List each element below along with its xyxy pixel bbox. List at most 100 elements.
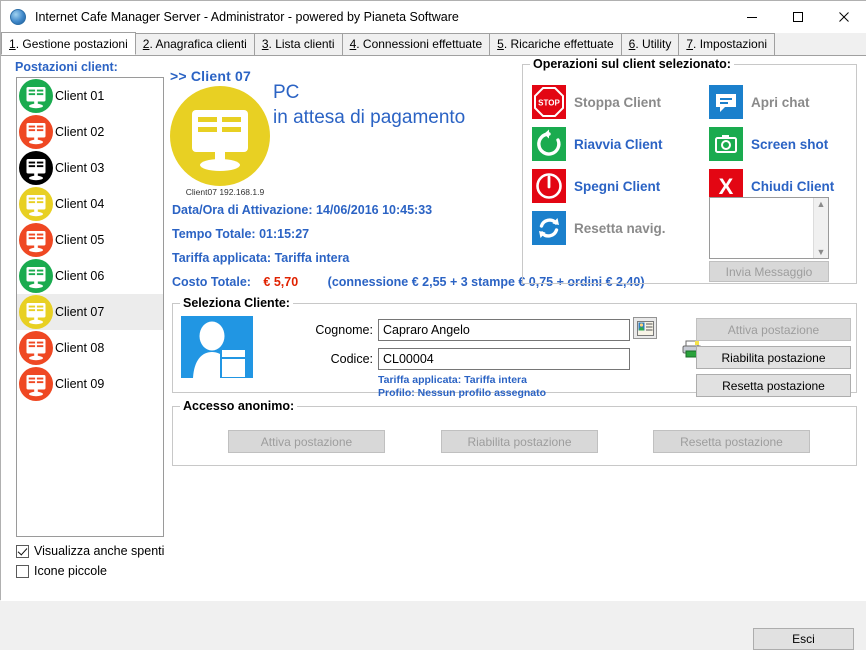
client-status-icon: [19, 331, 53, 365]
operation-label: Screen shot: [751, 136, 829, 152]
checkbox-show-off-label: Visualizza anche spenti: [34, 544, 165, 558]
client-list-item[interactable]: Client 02: [17, 114, 163, 150]
client-status-icon: [19, 223, 53, 257]
exit-button[interactable]: Esci: [753, 628, 854, 650]
client-status-icon: [19, 295, 53, 329]
maximize-icon[interactable]: [775, 1, 821, 32]
resetta-postazione-anonimo-button[interactable]: Resetta postazione: [653, 430, 810, 453]
tariff-value: Tariffa intera: [274, 251, 350, 265]
minimize-icon[interactable]: [729, 1, 775, 32]
tab-label: . Utility: [635, 37, 672, 51]
attiva-postazione-client-button[interactable]: Attiva postazione: [696, 318, 851, 341]
contact-card-icon[interactable]: [633, 317, 657, 339]
client-status-icon: [19, 259, 53, 293]
tariff-info-text: Tariffa applicata: Tariffa intera: [378, 374, 527, 386]
tab-impostazioni[interactable]: 7. Impostazioni: [678, 33, 776, 55]
client-list-item[interactable]: Client 01: [17, 78, 163, 114]
client-list-item-label: Client 08: [55, 341, 105, 355]
client-list-item-label: Client 01: [55, 89, 105, 103]
application-window: Internet Cafe Manager Server - Administr…: [0, 0, 866, 650]
operation-label: Spegni Client: [574, 178, 661, 194]
cost-value: € 5,70: [263, 275, 299, 289]
close-icon[interactable]: [821, 1, 866, 32]
resetta-postazione-client-button[interactable]: Resetta postazione: [696, 374, 851, 397]
globe-icon: [10, 9, 26, 25]
tab-connessioni-effettuate[interactable]: 4. Connessioni effettuate: [341, 33, 491, 55]
selected-client-caption: Client07 192.168.1.9: [185, 187, 265, 197]
title-bar: Internet Cafe Manager Server - Administr…: [1, 1, 866, 33]
svg-text:X: X: [719, 174, 734, 199]
send-message-button[interactable]: Invia Messaggio: [709, 261, 829, 282]
surname-field[interactable]: Capraro Angelo: [378, 319, 630, 341]
tab-lista-clienti[interactable]: 3. Lista clienti: [253, 33, 343, 55]
riabilita-postazione-client-button[interactable]: Riabilita postazione: [696, 346, 851, 369]
operation-label: Resetta navig.: [574, 220, 666, 236]
operation-stoppa-client[interactable]: STOP Stoppa Client: [532, 85, 661, 119]
operation-label: Riavvia Client: [574, 136, 663, 152]
operation-screen-shot[interactable]: Screen shot: [709, 127, 828, 161]
tab-label: . Impostazioni: [693, 37, 768, 51]
client-list-item-label: Client 09: [55, 377, 105, 391]
tab-label: . Connessioni effettuate: [356, 37, 483, 51]
operation-apri-chat[interactable]: Apri chat: [709, 85, 810, 119]
client-list-item[interactable]: Client 07: [17, 294, 163, 330]
selected-client-icon: [170, 86, 270, 186]
user-card-icon: [181, 316, 253, 379]
message-textarea[interactable]: ▲ ▼: [709, 197, 829, 259]
tab-ricariche-effettuate[interactable]: 5. Ricariche effettuate: [489, 33, 622, 55]
client-list-item[interactable]: Client 06: [17, 258, 163, 294]
client-list[interactable]: Client 01 Client 02 Client 03 Client 04 Clie…: [16, 77, 164, 537]
checkbox-small-icons-row[interactable]: Icone piccole: [16, 564, 107, 578]
message-text[interactable]: [710, 198, 813, 258]
chevron-up-icon[interactable]: ▲: [817, 200, 826, 209]
total-time-value: 01:15:27: [259, 227, 310, 241]
message-scrollbar[interactable]: ▲ ▼: [813, 198, 828, 258]
client-status-icon: [19, 367, 53, 401]
tab-label: . Lista clienti: [268, 37, 335, 51]
tab-label: . Ricariche effettuate: [503, 37, 614, 51]
tab-anagrafica-clienti[interactable]: 2. Anagrafica clienti: [134, 33, 255, 55]
attiva-postazione-anonimo-button[interactable]: Attiva postazione: [228, 430, 385, 453]
selected-client-heading: >> Client 07: [170, 68, 251, 84]
checkbox-show-off-row[interactable]: Visualizza anche spenti: [16, 544, 164, 558]
tariff-label: Tariffa applicata:: [172, 251, 272, 265]
tab-utility[interactable]: 6. Utility: [620, 33, 680, 55]
checkbox-show-off[interactable]: [16, 544, 29, 558]
client-status-icon: [19, 115, 53, 149]
client-status-line2: in attesa di pagamento: [273, 107, 466, 128]
camera-icon: [709, 127, 743, 161]
operation-label: Stoppa Client: [574, 94, 661, 110]
operation-resetta-navig[interactable]: Resetta navig.: [532, 211, 666, 245]
activation-label: Data/Ora di Attivazione:: [172, 203, 313, 217]
code-field[interactable]: CL00004: [378, 348, 630, 370]
main-panel: >> Client 07 Client07 192.168.1.9 PC in …: [167, 56, 861, 601]
select-client-title: Seleziona Cliente:: [180, 296, 293, 310]
tab-label: . Gestione postazioni: [15, 37, 128, 51]
tab-num: 3: [261, 37, 269, 51]
chevron-down-icon[interactable]: ▼: [817, 248, 826, 257]
client-list-item[interactable]: Client 05: [17, 222, 163, 258]
tab-gestione-postazioni[interactable]: 1. Gestione postazioni: [1, 32, 136, 55]
total-time-row: Tempo Totale: 01:15:27: [172, 227, 309, 241]
checkbox-small-icons-label: Icone piccole: [34, 564, 107, 578]
tab-num: 5: [497, 37, 504, 51]
client-list-item[interactable]: Client 09: [17, 366, 163, 402]
operation-spegni-client[interactable]: Spegni Client: [532, 169, 660, 203]
client-list-item[interactable]: Client 08: [17, 330, 163, 366]
client-list-item-label: Client 07: [55, 305, 105, 319]
client-list-item[interactable]: Client 04: [17, 186, 163, 222]
tab-content-gestione-postazioni: Postazioni client: Client 01 Client 02 Cli…: [1, 56, 866, 650]
riabilita-postazione-anonimo-button[interactable]: Riabilita postazione: [441, 430, 598, 453]
client-list-item[interactable]: Client 03: [17, 150, 163, 186]
client-status-line1: PC: [273, 82, 300, 103]
total-time-label: Tempo Totale:: [172, 227, 256, 241]
tab-label: . Anagrafica clienti: [149, 37, 247, 51]
client-list-item-label: Client 04: [55, 197, 105, 211]
power-icon: [532, 169, 566, 203]
checkbox-small-icons[interactable]: [16, 564, 29, 578]
chat-bubble-icon: [709, 85, 743, 119]
tab-num: 1: [9, 37, 16, 51]
window-controls: [729, 1, 866, 32]
client-list-item-label: Client 06: [55, 269, 105, 283]
operation-riavvia-client[interactable]: Riavvia Client: [532, 127, 663, 161]
